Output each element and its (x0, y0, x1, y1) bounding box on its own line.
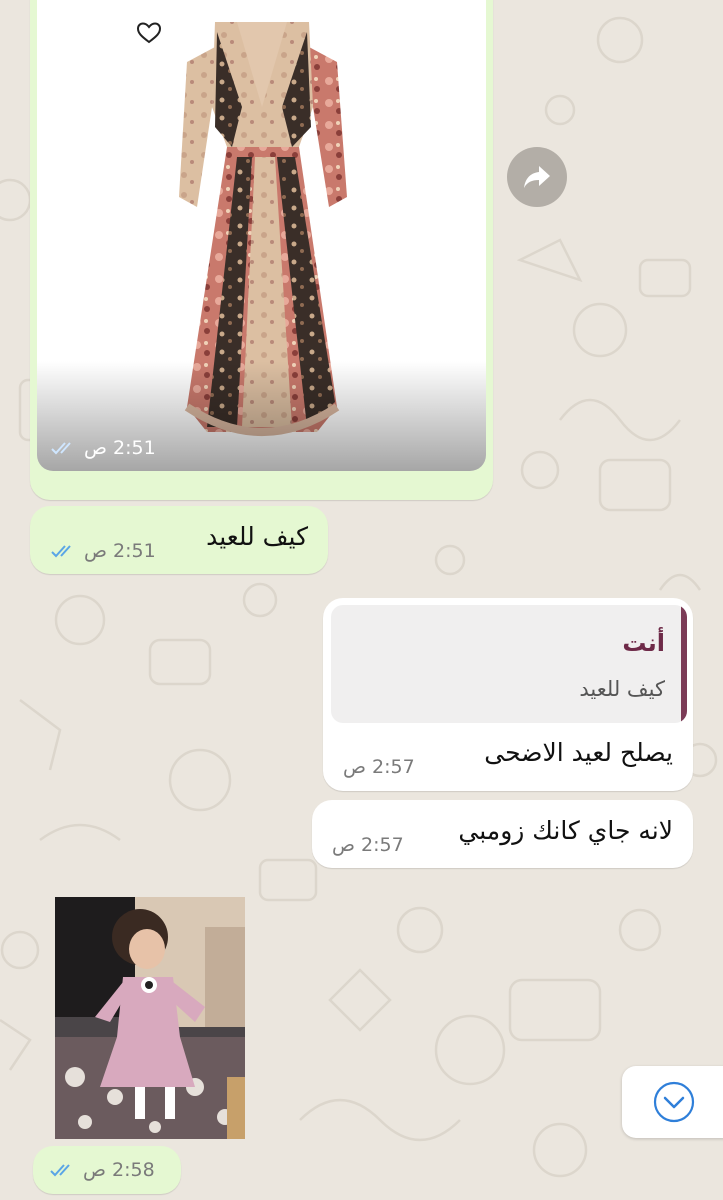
quote-accent-bar (681, 605, 687, 723)
scroll-to-bottom-button[interactable] (622, 1066, 723, 1138)
double-check-icon (50, 1164, 70, 1177)
incoming-reply-message[interactable]: أنت كيف للعيد يصلح لعيد الاضحى ص 2:57 (323, 598, 693, 791)
message-time: 2:57 (360, 834, 404, 856)
message-period: ص (84, 437, 107, 459)
incoming-text-message[interactable]: لانه جاي كانك زومبي ص 2:57 (312, 800, 693, 868)
message-text: يصلح لعيد الاضحى (484, 738, 673, 767)
message-time: 2:58 (111, 1159, 155, 1181)
message-meta: ص 2:57 (343, 756, 415, 778)
message-period: ص (332, 834, 355, 856)
message-meta: ص 2:51 (50, 437, 156, 459)
sticker-meta-bubble: ص 2:58 (33, 1146, 181, 1194)
forward-arrow-icon (524, 166, 550, 188)
sticker-image[interactable] (55, 897, 245, 1139)
message-time: 2:51 (112, 437, 156, 459)
heart-outline-icon[interactable] (136, 21, 162, 45)
double-check-icon (51, 545, 71, 558)
quoted-author: أنت (622, 629, 665, 657)
forward-button[interactable] (507, 147, 567, 207)
message-text: لانه جاي كانك زومبي (458, 816, 673, 845)
message-meta: ص 2:58 (49, 1159, 155, 1181)
message-text: كيف للعيد (206, 522, 308, 551)
quoted-text: كيف للعيد (579, 677, 665, 701)
message-period: ص (84, 540, 107, 562)
message-period: ص (343, 756, 366, 778)
outgoing-image-message[interactable]: ص 2:51 (30, 0, 493, 500)
double-check-icon (51, 442, 71, 455)
dress-photo[interactable] (37, 0, 486, 471)
message-meta: ص 2:57 (332, 834, 404, 856)
message-time: 2:51 (112, 540, 156, 562)
message-time: 2:57 (371, 756, 415, 778)
outgoing-text-message[interactable]: كيف للعيد ص 2:51 (30, 506, 328, 574)
quoted-message[interactable]: أنت كيف للعيد (331, 605, 687, 723)
chevron-down-circle-icon (653, 1081, 695, 1123)
message-period: ص (83, 1159, 106, 1181)
message-meta: ص 2:51 (50, 540, 156, 562)
